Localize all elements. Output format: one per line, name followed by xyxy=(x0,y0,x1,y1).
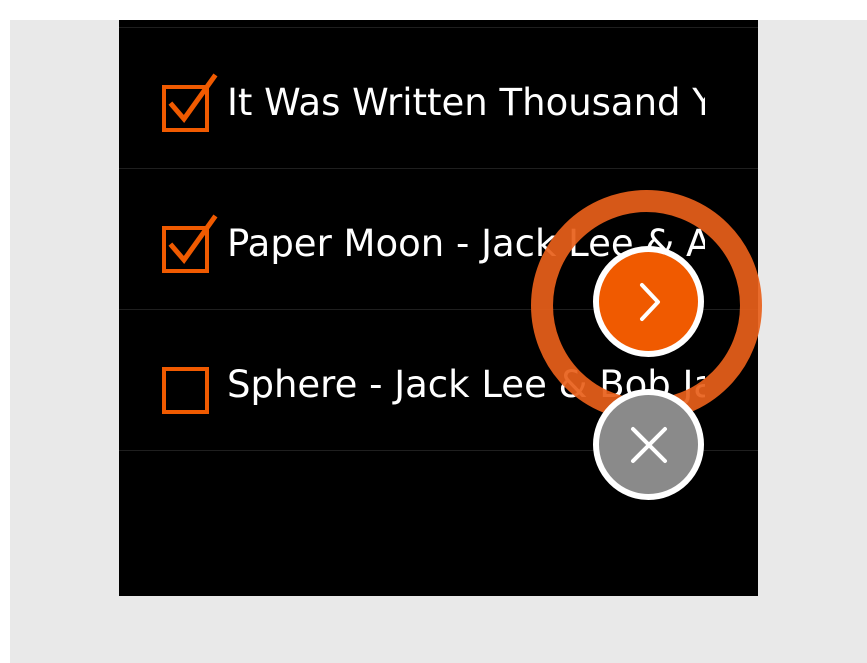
chevron-right-icon xyxy=(639,282,660,321)
song-title: It Was Written Thousand Years Ago - Jack… xyxy=(227,81,705,124)
cancel-button[interactable] xyxy=(593,389,704,500)
checkmark-icon xyxy=(168,214,218,265)
checkmark-icon xyxy=(168,73,218,124)
song-checkbox[interactable] xyxy=(162,367,209,414)
song-list-item[interactable]: It Was Written Thousand Years Ago - Jack… xyxy=(119,28,758,168)
song-checkbox[interactable] xyxy=(162,214,218,273)
close-icon xyxy=(630,426,667,463)
song-checkbox[interactable] xyxy=(162,73,218,132)
next-button[interactable] xyxy=(593,246,704,357)
